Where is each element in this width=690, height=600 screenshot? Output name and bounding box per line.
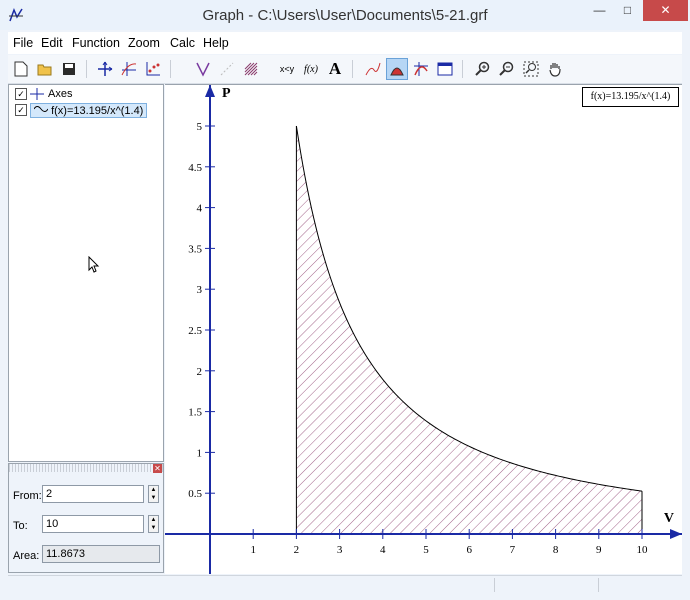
open-folder-icon[interactable]	[34, 58, 56, 80]
toolbar: x<y f(x) A	[8, 55, 682, 84]
mouse-cursor-icon	[88, 256, 100, 273]
graph-area[interactable]: 1 2 3 4 5 6 7 8 9 10 0.5 1 1.5 2 2.5 3 3.5 4 4.5 5 V P	[165, 84, 682, 574]
x-tick-label: 9	[596, 544, 602, 556]
menu-file[interactable]: File	[13, 36, 33, 50]
pan-hand-icon[interactable]	[544, 58, 566, 80]
insert-tangent-icon[interactable]	[192, 58, 214, 80]
y-tick-label: 0.5	[188, 488, 202, 500]
y-axis-arrow	[205, 85, 215, 97]
x-tick-label: 3	[337, 544, 343, 556]
x-tick-label: 5	[423, 544, 429, 556]
tree-item-axes[interactable]: ✓ Axes	[15, 87, 72, 101]
x-tick-label: 7	[510, 544, 516, 556]
title-bar: Graph - C:\Users\User\Documents\5-21.grf…	[0, 0, 690, 30]
axes-icon	[30, 88, 44, 100]
zoom-in-icon[interactable]	[472, 58, 494, 80]
to-input[interactable]: 10	[42, 515, 144, 533]
status-bar	[8, 575, 682, 594]
area-label: Area:	[13, 550, 40, 562]
menu-function[interactable]: Function	[72, 36, 120, 50]
tree-item-function[interactable]: ✓ f(x)=13.195/x^(1.4)	[15, 102, 148, 118]
y-tick-label: 5	[197, 121, 203, 133]
axes-label: Axes	[48, 88, 73, 100]
menu-help[interactable]: Help	[203, 36, 229, 50]
minimize-button[interactable]: —	[586, 0, 613, 21]
x-tick-label: 10	[637, 544, 649, 556]
table-icon[interactable]	[434, 58, 456, 80]
from-input[interactable]: 2	[42, 485, 144, 503]
area-panel: ✕ From: 2 ▲ ▼ To: 10 ▲ ▼ Area: 11.8673	[8, 463, 164, 573]
insert-function-icon[interactable]	[118, 58, 140, 80]
y-tick-label: 1	[197, 447, 203, 459]
close-button[interactable]: ✕	[643, 0, 688, 21]
y-tick-label: 4	[197, 203, 203, 215]
save-icon[interactable]	[58, 58, 80, 80]
to-label: To:	[13, 520, 28, 532]
new-file-icon[interactable]	[10, 58, 32, 80]
y-tick-label: 1.5	[188, 407, 202, 419]
panel-close-icon[interactable]: ✕	[153, 464, 162, 473]
from-spinner[interactable]: ▲ ▼	[148, 485, 159, 503]
menu-calc[interactable]: Calc	[170, 36, 195, 50]
legend[interactable]: f(x)=13.195/x^(1.4)	[582, 87, 679, 107]
axes-icon[interactable]	[94, 58, 116, 80]
area-value: 11.8673	[42, 545, 160, 563]
x-tick-label: 1	[250, 544, 256, 556]
insert-label-icon[interactable]: A	[324, 58, 346, 80]
function-list-panel: ✓ Axes ✓ f(x)=13.195/x^(1.4)	[8, 84, 164, 462]
evaluate-icon[interactable]: x<y	[276, 58, 298, 80]
y-tick-label: 2.5	[188, 325, 202, 337]
from-label: From:	[13, 490, 42, 502]
calc-table-icon[interactable]	[410, 58, 432, 80]
zoom-window-icon[interactable]	[520, 58, 542, 80]
y-axis-label: P	[222, 86, 231, 101]
shaded-area	[296, 126, 642, 534]
to-spinner[interactable]: ▲ ▼	[148, 515, 159, 533]
panel-grip[interactable]	[9, 464, 163, 472]
function-label: f(x)=13.195/x^(1.4)	[51, 104, 144, 117]
x-tick-label: 8	[553, 544, 559, 556]
maximize-button[interactable]: □	[614, 0, 641, 21]
x-tick-label: 6	[466, 544, 472, 556]
insert-relation-icon[interactable]	[216, 58, 238, 80]
function-curve-icon	[33, 105, 49, 112]
y-tick-label: 3.5	[188, 243, 202, 255]
function-checkbox[interactable]: ✓	[15, 104, 27, 116]
y-tick-label: 3	[197, 284, 203, 296]
axes-checkbox[interactable]: ✓	[15, 88, 27, 100]
x-axis-label: V	[664, 511, 674, 526]
menu-bar: File Edit Function Zoom Calc Help	[8, 32, 682, 54]
x-tick-label: 4	[380, 544, 386, 556]
function-f-icon[interactable]: f(x)	[300, 58, 322, 80]
insert-shading-icon[interactable]	[240, 58, 262, 80]
insert-point-series-icon[interactable]	[142, 58, 164, 80]
insert-trendline-icon[interactable]	[362, 58, 384, 80]
area-icon[interactable]	[386, 58, 408, 80]
function-selected[interactable]: f(x)=13.195/x^(1.4)	[30, 102, 148, 118]
zoom-out-icon[interactable]	[496, 58, 518, 80]
x-tick-label: 2	[294, 544, 300, 556]
graph-svg: 1 2 3 4 5 6 7 8 9 10 0.5 1 1.5 2 2.5 3 3.5 4 4.5 5 V P	[165, 85, 682, 574]
menu-zoom[interactable]: Zoom	[128, 36, 160, 50]
y-tick-label: 2	[197, 366, 203, 378]
menu-edit[interactable]: Edit	[41, 36, 63, 50]
y-tick-label: 4.5	[188, 162, 202, 174]
x-axis-arrow	[670, 529, 682, 539]
